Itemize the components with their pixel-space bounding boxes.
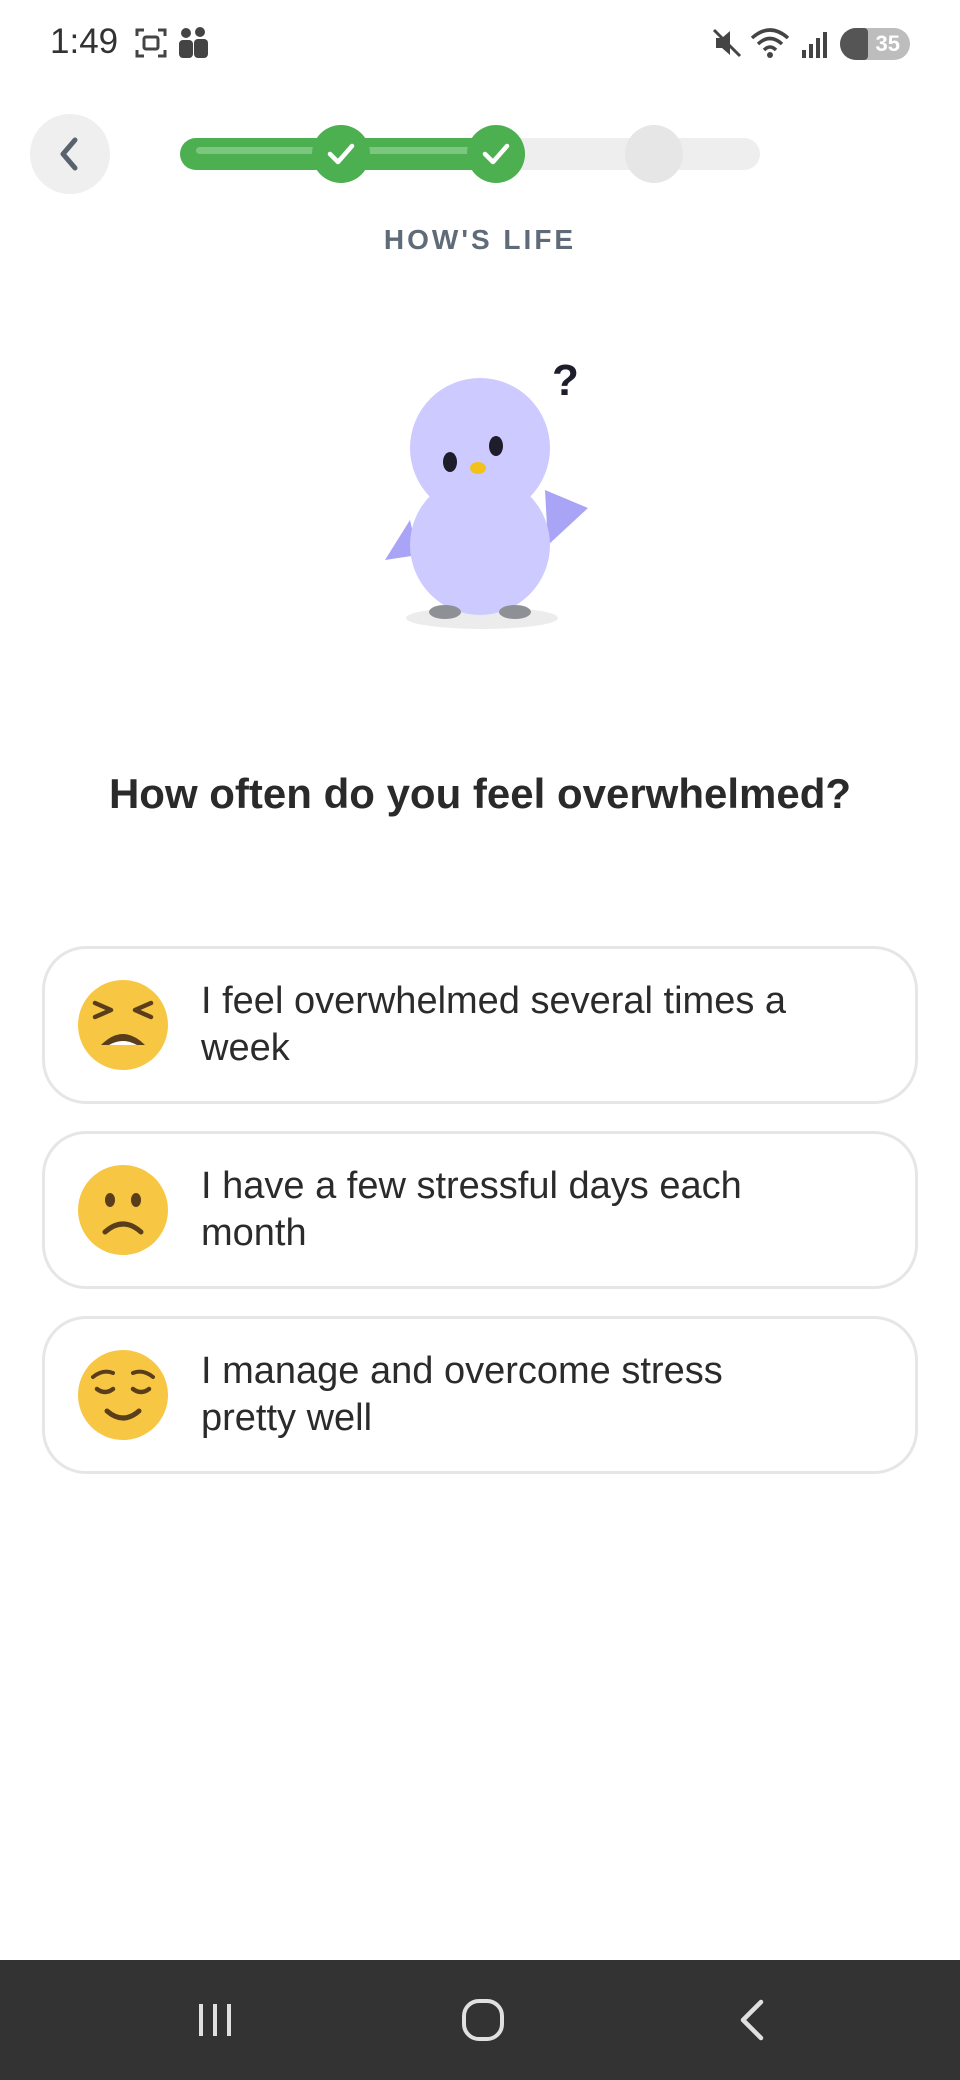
wifi-icon xyxy=(750,28,790,58)
question-mark-badge: ? xyxy=(552,356,579,405)
screenshot-icon xyxy=(135,28,167,58)
option-label: I feel overwhelmed several times a week xyxy=(201,980,787,1069)
progress-step-2 xyxy=(467,125,525,183)
option-manage-stress-well[interactable]: I manage and overcome stress pretty well xyxy=(42,1316,918,1474)
recent-apps-button[interactable] xyxy=(185,1990,245,2050)
chevron-left-icon xyxy=(60,137,78,171)
progress-bar xyxy=(180,125,760,183)
mute-icon xyxy=(712,28,742,58)
status-time: 1:49 xyxy=(50,22,119,61)
people-icon xyxy=(179,27,208,58)
frowning-face-emoji xyxy=(78,1165,168,1255)
battery-level: 35 xyxy=(875,31,900,56)
signal-icon xyxy=(802,32,827,58)
system-nav-bar xyxy=(0,1960,960,2080)
penguin-mascot: ? xyxy=(385,356,588,629)
back-button[interactable] xyxy=(30,114,110,194)
option-few-stressful-days[interactable]: I have a few stressful days each month xyxy=(42,1131,918,1289)
checkmark-icon xyxy=(327,143,355,165)
tired-face-emoji xyxy=(78,980,168,1070)
status-bar: 1:49 35 xyxy=(0,0,960,90)
system-back-button[interactable] xyxy=(723,1990,783,2050)
back-icon xyxy=(740,1999,764,2041)
question-title: How often do you feel overwhelmed? xyxy=(108,770,852,817)
option-label: I have a few stressful days each month xyxy=(201,1165,742,1254)
battery-indicator: 35 xyxy=(840,28,910,60)
option-several-times-a-week[interactable]: I feel overwhelmed several times a week xyxy=(42,946,918,1104)
relieved-face-emoji xyxy=(78,1350,168,1440)
section-label: HOW'S LIFE xyxy=(383,224,577,255)
home-icon xyxy=(462,1999,504,2041)
progress-step-1 xyxy=(312,125,370,183)
progress-step-3 xyxy=(625,125,683,183)
home-button[interactable] xyxy=(453,1990,513,2050)
recent-apps-icon xyxy=(199,2004,231,2036)
checkmark-icon xyxy=(482,143,510,165)
battery-icon xyxy=(840,28,868,60)
option-label: I manage and overcome stress pretty well xyxy=(201,1350,723,1439)
